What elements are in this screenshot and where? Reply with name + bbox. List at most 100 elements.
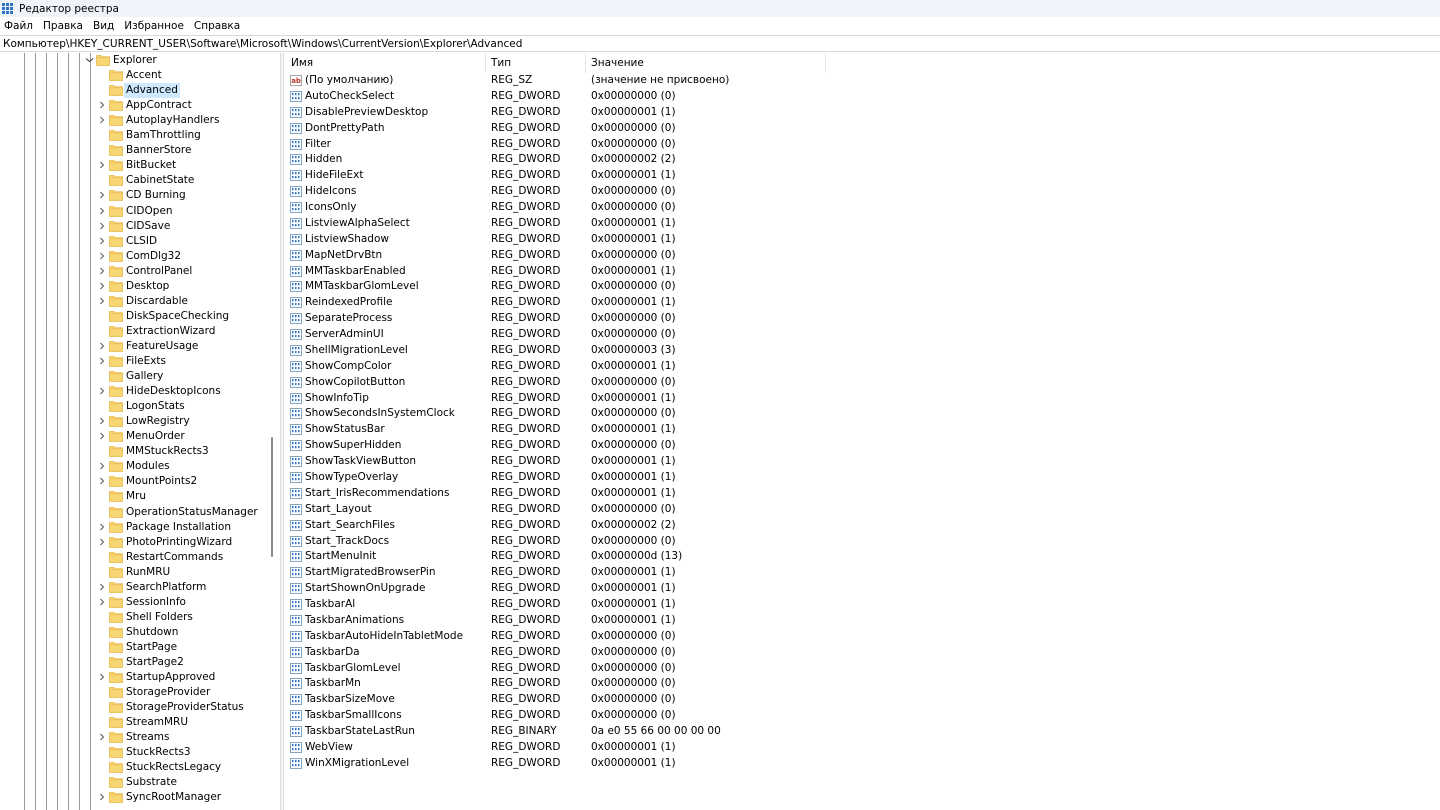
value-row[interactable]: ShellMigrationLevel REG_DWORD 0x00000003 (… bbox=[286, 343, 1440, 359]
menu-file[interactable]: Файл bbox=[0, 17, 38, 35]
value-row[interactable]: DontPrettyPath REG_DWORD 0x00000000 (0) bbox=[286, 121, 1440, 137]
chevron-right-icon[interactable] bbox=[97, 355, 107, 367]
value-row[interactable]: Start_TrackDocs REG_DWORD 0x00000000 (0) bbox=[286, 534, 1440, 550]
tree-item[interactable]: Substrate bbox=[0, 775, 270, 790]
tree-item-label[interactable]: LogonStats bbox=[124, 399, 187, 414]
value-row[interactable]: TaskbarGlomLevel REG_DWORD 0x00000000 (0) bbox=[286, 661, 1440, 677]
chevron-right-icon[interactable] bbox=[97, 114, 107, 126]
tree-item-label[interactable]: SearchPlatform bbox=[124, 580, 208, 595]
value-row[interactable]: MMTaskbarGlomLevel REG_DWORD 0x00000000 (0… bbox=[286, 279, 1440, 295]
tree-item[interactable]: StartupApproved bbox=[0, 670, 270, 685]
tree-item[interactable]: BitBucket bbox=[0, 158, 270, 173]
value-row[interactable]: ShowInfoTip REG_DWORD 0x00000001 (1) bbox=[286, 391, 1440, 407]
tree-item[interactable]: OperationStatusManager bbox=[0, 505, 270, 520]
value-row[interactable]: ShowCompColor REG_DWORD 0x00000001 (1) bbox=[286, 359, 1440, 375]
tree-item-label[interactable]: StartupApproved bbox=[124, 670, 217, 685]
chevron-down-icon[interactable] bbox=[84, 54, 94, 66]
tree-item-label[interactable]: BamThrottling bbox=[124, 128, 203, 143]
value-row[interactable]: AutoCheckSelect REG_DWORD 0x00000000 (0) bbox=[286, 89, 1440, 105]
tree-item[interactable]: MenuOrder bbox=[0, 429, 270, 444]
tree-item[interactable]: CLSID bbox=[0, 234, 270, 249]
value-row[interactable]: ListviewShadow REG_DWORD 0x00000001 (1) bbox=[286, 232, 1440, 248]
tree-item-label[interactable]: FeatureUsage bbox=[124, 339, 200, 354]
tree-item[interactable]: AutoplayHandlers bbox=[0, 113, 270, 128]
tree-item[interactable]: StuckRects3 bbox=[0, 745, 270, 760]
tree-item[interactable]: Gallery bbox=[0, 369, 270, 384]
tree-item[interactable]: BannerStore bbox=[0, 143, 270, 158]
tree-item-label[interactable]: Gallery bbox=[124, 369, 165, 384]
tree-item[interactable]: SyncRootManager bbox=[0, 790, 270, 805]
tree-item[interactable]: Mru bbox=[0, 489, 270, 504]
address-bar[interactable]: Компьютер\HKEY_CURRENT_USER\Software\Mic… bbox=[0, 35, 1440, 52]
tree-item-label[interactable]: LowRegistry bbox=[124, 414, 192, 429]
chevron-right-icon[interactable] bbox=[97, 385, 107, 397]
tree-item[interactable]: PhotoPrintingWizard bbox=[0, 535, 270, 550]
tree-item-label[interactable]: SessionInfo bbox=[124, 595, 188, 610]
value-row[interactable]: ReindexedProfile REG_DWORD 0x00000001 (1) bbox=[286, 295, 1440, 311]
tree-item[interactable]: Explorer bbox=[0, 53, 270, 68]
tree-item[interactable]: StreamMRU bbox=[0, 715, 270, 730]
value-row[interactable]: WinXMigrationLevel REG_DWORD 0x00000001 (1… bbox=[286, 756, 1440, 772]
address-path[interactable]: Компьютер\HKEY_CURRENT_USER\Software\Mic… bbox=[0, 38, 522, 50]
tree-item-label[interactable]: FileExts bbox=[124, 354, 168, 369]
tree-item-label[interactable]: Mru bbox=[124, 489, 148, 504]
tree-item[interactable]: DiskSpaceChecking bbox=[0, 309, 270, 324]
value-row[interactable]: Start_Layout REG_DWORD 0x00000000 (0) bbox=[286, 502, 1440, 518]
tree-item-label[interactable]: StartPage bbox=[124, 640, 179, 655]
chevron-right-icon[interactable] bbox=[97, 521, 107, 533]
chevron-right-icon[interactable] bbox=[97, 280, 107, 292]
tree-item-label[interactable]: ControlPanel bbox=[124, 264, 194, 279]
value-row[interactable]: TaskbarStateLastRun REG_BINARY 0a e0 55 66… bbox=[286, 724, 1440, 740]
chevron-right-icon[interactable] bbox=[97, 99, 107, 111]
tree-item-label[interactable]: CLSID bbox=[124, 234, 159, 249]
value-row[interactable]: ListviewAlphaSelect REG_DWORD 0x00000001 (… bbox=[286, 216, 1440, 232]
tree-item-label[interactable]: StuckRects3 bbox=[124, 745, 193, 760]
chevron-right-icon[interactable] bbox=[97, 205, 107, 217]
tree-item[interactable]: Streams bbox=[0, 730, 270, 745]
chevron-right-icon[interactable] bbox=[97, 791, 107, 803]
tree-item-label[interactable]: DiskSpaceChecking bbox=[124, 309, 231, 324]
value-row[interactable]: ShowCopilotButton REG_DWORD 0x00000000 (0) bbox=[286, 375, 1440, 391]
value-row[interactable]: ShowTaskViewButton REG_DWORD 0x00000001 (1… bbox=[286, 454, 1440, 470]
tree-item[interactable]: StartPage2 bbox=[0, 655, 270, 670]
tree-item-label[interactable]: Modules bbox=[124, 459, 172, 474]
tree-item[interactable]: StorageProviderStatus bbox=[0, 700, 270, 715]
tree-item-label[interactable]: Shutdown bbox=[124, 625, 180, 640]
tree-item[interactable]: RestartCommands bbox=[0, 550, 270, 565]
tree-item-label[interactable]: AppContract bbox=[124, 98, 194, 113]
value-row[interactable]: SeparateProcess REG_DWORD 0x00000000 (0) bbox=[286, 311, 1440, 327]
title-bar[interactable]: Редактор реестра bbox=[0, 0, 1440, 17]
chevron-right-icon[interactable] bbox=[97, 159, 107, 171]
pane-splitter[interactable] bbox=[280, 53, 284, 810]
tree-item-label[interactable]: Explorer bbox=[111, 53, 159, 68]
tree-item[interactable]: MMStuckRects3 bbox=[0, 444, 270, 459]
value-row[interactable]: MMTaskbarEnabled REG_DWORD 0x00000001 (1) bbox=[286, 264, 1440, 280]
tree-item[interactable]: Discardable bbox=[0, 294, 270, 309]
tree-item[interactable]: Package Installation bbox=[0, 520, 270, 535]
tree-item-label[interactable]: Accent bbox=[124, 68, 164, 83]
chevron-right-icon[interactable] bbox=[97, 596, 107, 608]
value-row[interactable]: ShowTypeOverlay REG_DWORD 0x00000001 (1) bbox=[286, 470, 1440, 486]
tree-item-label[interactable]: MMStuckRects3 bbox=[124, 444, 211, 459]
tree-item-label[interactable]: Streams bbox=[124, 730, 171, 745]
tree-item-label[interactable]: MountPoints2 bbox=[124, 474, 199, 489]
value-row[interactable]: TaskbarAl REG_DWORD 0x00000001 (1) bbox=[286, 597, 1440, 613]
chevron-right-icon[interactable] bbox=[97, 475, 107, 487]
value-row[interactable]: ShowSuperHidden REG_DWORD 0x00000000 (0) bbox=[286, 438, 1440, 454]
tree-item-label[interactable]: BannerStore bbox=[124, 143, 193, 158]
value-row[interactable]: TaskbarAutoHideInTabletMode REG_DWORD 0x00… bbox=[286, 629, 1440, 645]
tree-item[interactable]: CD Burning bbox=[0, 188, 270, 203]
tree-item[interactable]: Accent bbox=[0, 68, 270, 83]
tree-item[interactable]: CabinetState bbox=[0, 173, 270, 188]
tree-item[interactable]: HideDesktopIcons bbox=[0, 384, 270, 399]
tree-item-label[interactable]: ExtractionWizard bbox=[124, 324, 217, 339]
menu-edit[interactable]: Правка bbox=[38, 17, 88, 35]
key-tree[interactable]: Explorer Accent Advanced AppContract Autopla… bbox=[0, 53, 278, 810]
value-row[interactable]: StartMenuInit REG_DWORD 0x0000000d (13) bbox=[286, 549, 1440, 565]
tree-item[interactable]: StuckRectsLegacy bbox=[0, 760, 270, 775]
tree-item-label[interactable]: OperationStatusManager bbox=[124, 505, 260, 520]
value-row[interactable]: TaskbarSizeMove REG_DWORD 0x00000000 (0) bbox=[286, 692, 1440, 708]
menu-favorites[interactable]: Избранное bbox=[119, 17, 189, 35]
menu-view[interactable]: Вид bbox=[88, 17, 119, 35]
tree-item-label[interactable]: Advanced bbox=[124, 83, 180, 99]
